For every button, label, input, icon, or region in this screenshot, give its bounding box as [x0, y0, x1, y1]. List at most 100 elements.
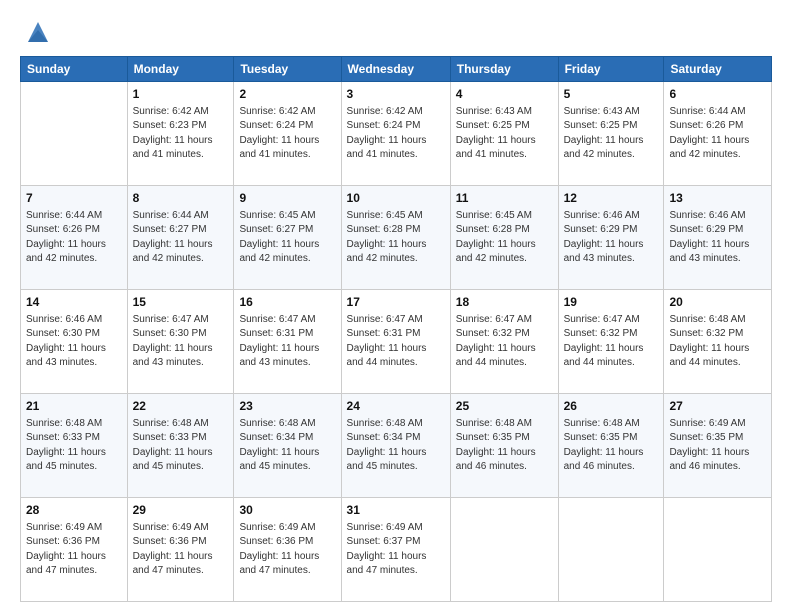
calendar-cell: 31 Sunrise: 6:49 AM Sunset: 6:37 PM Dayli… [341, 498, 450, 602]
day-number: 26 [564, 398, 659, 415]
day-info: Sunrise: 6:49 AM Sunset: 6:37 PM Dayligh… [347, 521, 445, 579]
calendar-cell: 19 Sunrise: 6:47 AM Sunset: 6:32 PM Dayli… [558, 290, 664, 394]
calendar-day-header: Tuesday [234, 57, 341, 82]
day-number: 14 [26, 294, 122, 311]
day-number: 2 [239, 86, 335, 103]
day-number: 15 [133, 294, 229, 311]
calendar-cell: 30 Sunrise: 6:49 AM Sunset: 6:36 PM Dayli… [234, 498, 341, 602]
day-info: Sunrise: 6:47 AM Sunset: 6:31 PM Dayligh… [239, 313, 335, 371]
calendar-week-row: 14Sunrise: 6:46 AM Sunset: 6:30 PM Dayli… [21, 290, 772, 394]
day-number: 31 [347, 502, 445, 519]
calendar-cell [450, 498, 558, 602]
day-info: Sunrise: 6:49 AM Sunset: 6:36 PM Dayligh… [133, 521, 229, 579]
day-number: 4 [456, 86, 553, 103]
day-number: 10 [347, 190, 445, 207]
day-info: Sunrise: 6:43 AM Sunset: 6:25 PM Dayligh… [456, 105, 553, 163]
day-number: 3 [347, 86, 445, 103]
day-number: 5 [564, 86, 659, 103]
calendar-day-header: Friday [558, 57, 664, 82]
day-info: Sunrise: 6:48 AM Sunset: 6:33 PM Dayligh… [26, 417, 122, 475]
calendar-cell: 29 Sunrise: 6:49 AM Sunset: 6:36 PM Dayli… [127, 498, 234, 602]
day-number: 17 [347, 294, 445, 311]
calendar-cell: 23Sunrise: 6:48 AM Sunset: 6:34 PM Dayli… [234, 394, 341, 498]
day-number: 28 [26, 502, 122, 519]
day-number: 9 [239, 190, 335, 207]
calendar-cell: 24Sunrise: 6:48 AM Sunset: 6:34 PM Dayli… [341, 394, 450, 498]
day-number: 13 [669, 190, 766, 207]
day-info: Sunrise: 6:43 AM Sunset: 6:25 PM Dayligh… [564, 105, 659, 163]
day-info: Sunrise: 6:47 AM Sunset: 6:30 PM Dayligh… [133, 313, 229, 371]
calendar-header-row: SundayMondayTuesdayWednesdayThursdayFrid… [21, 57, 772, 82]
day-info: Sunrise: 6:48 AM Sunset: 6:33 PM Dayligh… [133, 417, 229, 475]
day-info: Sunrise: 6:48 AM Sunset: 6:32 PM Dayligh… [669, 313, 766, 371]
day-info: Sunrise: 6:48 AM Sunset: 6:35 PM Dayligh… [564, 417, 659, 475]
day-info: Sunrise: 6:47 AM Sunset: 6:31 PM Dayligh… [347, 313, 445, 371]
day-info: Sunrise: 6:44 AM Sunset: 6:26 PM Dayligh… [669, 105, 766, 163]
calendar-cell [664, 498, 772, 602]
calendar-cell: 5 Sunrise: 6:43 AM Sunset: 6:25 PM Daylig… [558, 82, 664, 186]
day-number: 8 [133, 190, 229, 207]
calendar-cell: 8Sunrise: 6:44 AM Sunset: 6:27 PM Daylig… [127, 186, 234, 290]
calendar-cell: 18 Sunrise: 6:47 AM Sunset: 6:32 PM Dayli… [450, 290, 558, 394]
day-info: Sunrise: 6:49 AM Sunset: 6:36 PM Dayligh… [26, 521, 122, 579]
day-number: 20 [669, 294, 766, 311]
calendar-day-header: Monday [127, 57, 234, 82]
day-number: 22 [133, 398, 229, 415]
calendar-day-header: Thursday [450, 57, 558, 82]
calendar-cell: 25 Sunrise: 6:48 AM Sunset: 6:35 PM Dayli… [450, 394, 558, 498]
page: SundayMondayTuesdayWednesdayThursdayFrid… [0, 0, 792, 612]
day-info: Sunrise: 6:46 AM Sunset: 6:29 PM Dayligh… [669, 209, 766, 267]
calendar-day-header: Wednesday [341, 57, 450, 82]
calendar-day-header: Saturday [664, 57, 772, 82]
calendar-cell: 4 Sunrise: 6:43 AM Sunset: 6:25 PM Daylig… [450, 82, 558, 186]
day-info: Sunrise: 6:42 AM Sunset: 6:24 PM Dayligh… [239, 105, 335, 163]
calendar-cell: 27 Sunrise: 6:49 AM Sunset: 6:35 PM Dayli… [664, 394, 772, 498]
calendar-cell: 26 Sunrise: 6:48 AM Sunset: 6:35 PM Dayli… [558, 394, 664, 498]
day-info: Sunrise: 6:48 AM Sunset: 6:35 PM Dayligh… [456, 417, 553, 475]
calendar-cell: 9 Sunrise: 6:45 AM Sunset: 6:27 PM Daylig… [234, 186, 341, 290]
logo-icon [24, 18, 52, 46]
calendar-cell: 17 Sunrise: 6:47 AM Sunset: 6:31 PM Dayli… [341, 290, 450, 394]
header [20, 18, 772, 46]
calendar-week-row: 7Sunrise: 6:44 AM Sunset: 6:26 PM Daylig… [21, 186, 772, 290]
day-info: Sunrise: 6:45 AM Sunset: 6:28 PM Dayligh… [456, 209, 553, 267]
calendar-day-header: Sunday [21, 57, 128, 82]
calendar-cell: 21 Sunrise: 6:48 AM Sunset: 6:33 PM Dayli… [21, 394, 128, 498]
calendar-cell: 10 Sunrise: 6:45 AM Sunset: 6:28 PM Dayli… [341, 186, 450, 290]
day-number: 16 [239, 294, 335, 311]
calendar-cell: 14Sunrise: 6:46 AM Sunset: 6:30 PM Dayli… [21, 290, 128, 394]
day-number: 19 [564, 294, 659, 311]
calendar-cell [21, 82, 128, 186]
day-number: 25 [456, 398, 553, 415]
day-info: Sunrise: 6:47 AM Sunset: 6:32 PM Dayligh… [456, 313, 553, 371]
day-number: 6 [669, 86, 766, 103]
day-number: 18 [456, 294, 553, 311]
day-number: 24 [347, 398, 445, 415]
day-info: Sunrise: 6:46 AM Sunset: 6:29 PM Dayligh… [564, 209, 659, 267]
day-info: Sunrise: 6:48 AM Sunset: 6:34 PM Dayligh… [239, 417, 335, 475]
calendar-table: SundayMondayTuesdayWednesdayThursdayFrid… [20, 56, 772, 602]
day-number: 29 [133, 502, 229, 519]
day-number: 7 [26, 190, 122, 207]
calendar-cell: 28 Sunrise: 6:49 AM Sunset: 6:36 PM Dayli… [21, 498, 128, 602]
calendar-cell: 2 Sunrise: 6:42 AM Sunset: 6:24 PM Daylig… [234, 82, 341, 186]
calendar-cell: 15 Sunrise: 6:47 AM Sunset: 6:30 PM Dayli… [127, 290, 234, 394]
day-number: 21 [26, 398, 122, 415]
day-info: Sunrise: 6:45 AM Sunset: 6:27 PM Dayligh… [239, 209, 335, 267]
calendar-week-row: 1Sunrise: 6:42 AM Sunset: 6:23 PM Daylig… [21, 82, 772, 186]
day-info: Sunrise: 6:49 AM Sunset: 6:36 PM Dayligh… [239, 521, 335, 579]
calendar-cell: 6 Sunrise: 6:44 AM Sunset: 6:26 PM Daylig… [664, 82, 772, 186]
calendar-cell: 12Sunrise: 6:46 AM Sunset: 6:29 PM Dayli… [558, 186, 664, 290]
day-info: Sunrise: 6:47 AM Sunset: 6:32 PM Dayligh… [564, 313, 659, 371]
day-info: Sunrise: 6:42 AM Sunset: 6:24 PM Dayligh… [347, 105, 445, 163]
calendar-cell: 7Sunrise: 6:44 AM Sunset: 6:26 PM Daylig… [21, 186, 128, 290]
day-number: 30 [239, 502, 335, 519]
calendar-cell: 16 Sunrise: 6:47 AM Sunset: 6:31 PM Dayli… [234, 290, 341, 394]
day-number: 11 [456, 190, 553, 207]
logo [20, 18, 52, 46]
day-info: Sunrise: 6:45 AM Sunset: 6:28 PM Dayligh… [347, 209, 445, 267]
day-number: 27 [669, 398, 766, 415]
day-info: Sunrise: 6:42 AM Sunset: 6:23 PM Dayligh… [133, 105, 229, 163]
day-info: Sunrise: 6:49 AM Sunset: 6:35 PM Dayligh… [669, 417, 766, 475]
calendar-week-row: 21 Sunrise: 6:48 AM Sunset: 6:33 PM Dayli… [21, 394, 772, 498]
